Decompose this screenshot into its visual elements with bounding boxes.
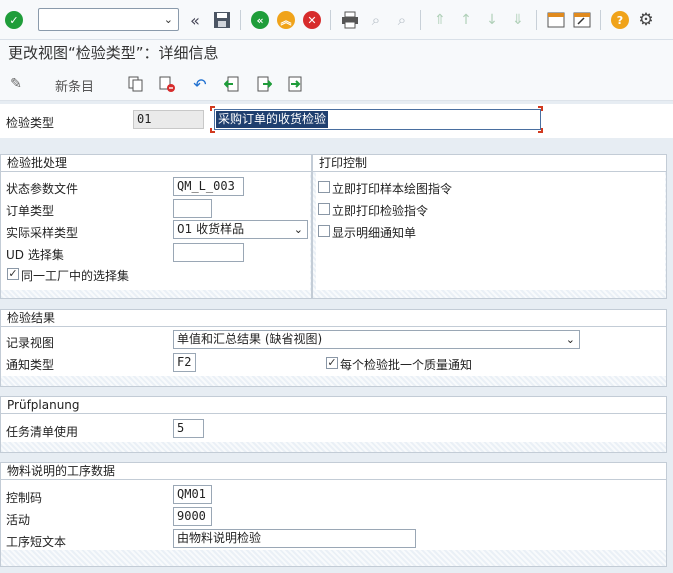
- settings-icon[interactable]: ⚙: [636, 10, 656, 30]
- ud-selected-set-field[interactable]: [173, 243, 244, 262]
- back-nav-icon[interactable]: «: [185, 10, 205, 30]
- application-toolbar: ✎ 新条目 ↶: [0, 67, 673, 101]
- order-type-label: 订单类型: [6, 204, 55, 218]
- chevron-down-icon[interactable]: ⌄: [164, 13, 173, 26]
- inspection-results-title: 检验结果: [1, 310, 666, 327]
- one-notification-label: 每个检验批一个质量通知: [340, 358, 473, 372]
- inspection-type-text-field[interactable]: 采购订单的收货检验: [214, 109, 541, 130]
- print-sample-label: 立即打印样本绘图指令: [332, 182, 453, 196]
- chevron-down-icon[interactable]: ⌄: [566, 331, 575, 348]
- record-view-label: 记录视图: [6, 336, 55, 350]
- task-list-usage-label: 任务清单使用: [6, 425, 79, 439]
- next-entry-icon[interactable]: [254, 74, 274, 94]
- task-list-usage-field[interactable]: 5: [173, 419, 204, 438]
- delete-icon[interactable]: [157, 74, 177, 94]
- undo-icon[interactable]: ↶: [190, 74, 210, 94]
- pruefplanung-title: Prüfplanung: [1, 397, 666, 414]
- next-page-icon[interactable]: ↓: [482, 10, 502, 30]
- help-icon[interactable]: ?: [610, 10, 630, 30]
- new-session-icon[interactable]: [546, 10, 566, 30]
- copy-as-icon[interactable]: [126, 74, 146, 94]
- print-control-title: 打印控制: [313, 155, 666, 172]
- notification-type-field[interactable]: F2: [173, 353, 196, 372]
- status-profile-field[interactable]: QM_L_003: [173, 177, 244, 196]
- inspection-type-text: 采购订单的收货检验: [216, 111, 329, 128]
- control-key-label: 控制码: [6, 491, 43, 505]
- operation-text-label: 工序短文本: [6, 535, 67, 549]
- display-change-icon[interactable]: ✎: [6, 74, 26, 94]
- prev-page-icon[interactable]: ↑: [456, 10, 476, 30]
- first-page-icon[interactable]: ⇑: [430, 10, 450, 30]
- save-icon[interactable]: [212, 10, 232, 30]
- show-notification-label: 显示明细通知单: [332, 226, 417, 240]
- order-type-field[interactable]: [173, 199, 212, 218]
- one-notification-checkbox[interactable]: ✓: [326, 357, 338, 369]
- inspection-type-field[interactable]: 01: [133, 110, 204, 129]
- control-key-field[interactable]: QM01: [173, 485, 212, 504]
- operation-text-field[interactable]: 由物料说明检验: [173, 529, 416, 548]
- focus-corner: [538, 128, 543, 133]
- shortcut-icon[interactable]: [572, 10, 592, 30]
- print-inspection-checkbox[interactable]: [318, 203, 330, 215]
- command-field[interactable]: ⌄: [38, 8, 179, 31]
- previous-entry-icon[interactable]: [222, 74, 242, 94]
- print-icon[interactable]: [340, 10, 360, 30]
- sampling-type-dropdown[interactable]: 01 收货样品 ⌄: [173, 220, 308, 239]
- focus-corner: [210, 128, 215, 133]
- sampling-type-label: 实际采样类型: [6, 226, 79, 240]
- back-icon[interactable]: «: [250, 10, 270, 30]
- inspection-type-label: 检验类型: [6, 116, 55, 130]
- sampling-type-value: 01 收货样品: [177, 222, 245, 236]
- exit-icon[interactable]: ︽: [276, 10, 296, 30]
- activity-field[interactable]: 9000: [173, 507, 212, 526]
- notification-type-label: 通知类型: [6, 358, 55, 372]
- select-entry-icon[interactable]: [285, 74, 305, 94]
- new-entries-button[interactable]: 新条目: [55, 76, 94, 95]
- focus-corner: [210, 106, 215, 111]
- lot-processing-title: 检验批处理: [1, 155, 311, 172]
- activity-label: 活动: [6, 513, 31, 527]
- find-icon[interactable]: ⌕: [366, 10, 386, 30]
- find-next-icon[interactable]: ⌕: [392, 10, 412, 30]
- chevron-down-icon[interactable]: ⌄: [294, 221, 303, 238]
- print-inspection-label: 立即打印检验指令: [332, 204, 429, 218]
- same-plant-checkbox[interactable]: ✓: [7, 268, 19, 280]
- page-title: 更改视图“检验类型”：详细信息: [0, 40, 673, 67]
- pruefplanung-body: [1, 414, 666, 442]
- status-profile-label: 状态参数文件: [6, 182, 79, 196]
- record-view-dropdown[interactable]: 单值和汇总结果 (缺省视图) ⌄: [173, 330, 580, 349]
- system-toolbar: ✓ ⌄ « « ︽ ✕ ⌕ ⌕ ⇑ ↑ ↓ ⇓ ? ⚙: [0, 0, 673, 40]
- focus-corner: [538, 106, 543, 111]
- print-sample-checkbox[interactable]: [318, 181, 330, 193]
- operation-data-title: 物料说明的工序数据: [1, 463, 666, 480]
- same-plant-label: 同一工厂中的选择集: [21, 269, 130, 283]
- cancel-icon[interactable]: ✕: [302, 10, 322, 30]
- last-page-icon[interactable]: ⇓: [508, 10, 528, 30]
- enter-icon[interactable]: ✓: [4, 10, 24, 30]
- show-notification-checkbox[interactable]: [318, 225, 330, 237]
- ud-selected-set-label: UD 选择集: [6, 248, 64, 262]
- record-view-value: 单值和汇总结果 (缺省视图): [177, 332, 323, 346]
